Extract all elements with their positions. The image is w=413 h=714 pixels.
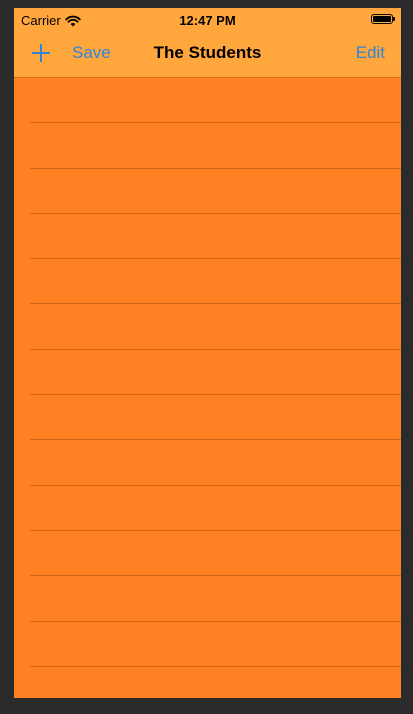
table-row[interactable] <box>14 259 401 305</box>
students-table[interactable] <box>14 78 401 698</box>
table-row[interactable] <box>14 576 401 622</box>
table-row[interactable] <box>14 667 401 698</box>
edit-button[interactable]: Edit <box>356 43 385 63</box>
table-row[interactable] <box>14 78 401 124</box>
table-row[interactable] <box>14 169 401 215</box>
status-time: 12:47 PM <box>179 13 236 28</box>
table-row[interactable] <box>14 395 401 441</box>
navigation-bar: Save The Students Edit <box>14 32 401 78</box>
status-bar: Carrier 12:47 PM <box>14 8 401 32</box>
table-row[interactable] <box>14 123 401 169</box>
table-row[interactable] <box>14 531 401 577</box>
app-window: Carrier 12:47 PM Save The Students Edit <box>14 8 401 698</box>
table-row[interactable] <box>14 486 401 532</box>
table-row[interactable] <box>14 214 401 260</box>
table-row[interactable] <box>14 622 401 668</box>
battery-icon <box>371 14 395 24</box>
page-title: The Students <box>153 43 262 62</box>
table-row[interactable] <box>14 304 401 351</box>
table-row[interactable] <box>14 440 401 486</box>
table-row[interactable] <box>14 350 401 396</box>
